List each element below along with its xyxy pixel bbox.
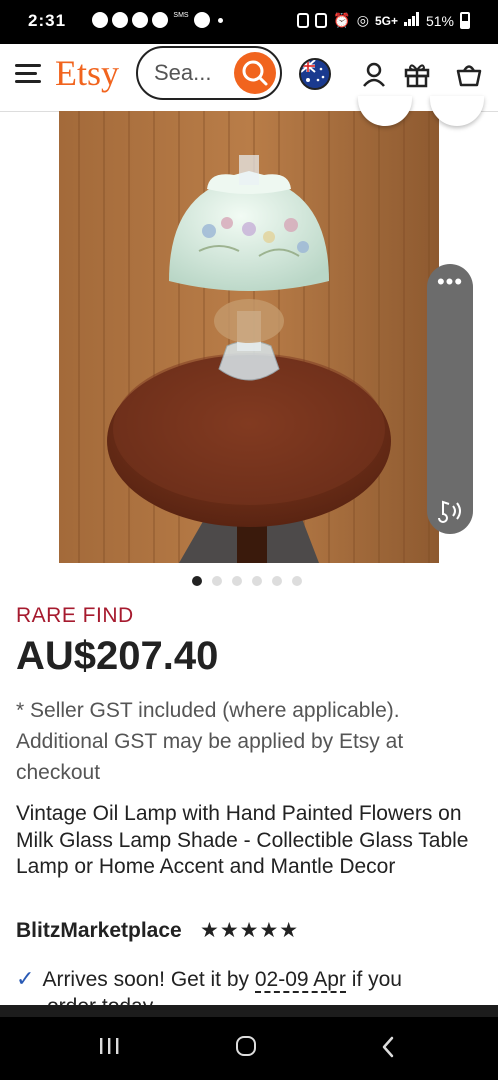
menu-icon[interactable] <box>15 64 41 86</box>
messenger-icon <box>112 12 128 28</box>
search-field[interactable]: Sea... <box>136 46 282 100</box>
battery-text: 51% <box>425 12 454 29</box>
page-dot[interactable] <box>292 576 302 586</box>
more-notifications-icon <box>218 18 223 23</box>
page-dot[interactable] <box>232 576 242 586</box>
search-icon <box>242 60 268 86</box>
more-icon[interactable]: ••• <box>427 271 473 293</box>
system-icons: ⏰ ◎ 5G+ 51% <box>297 12 470 29</box>
sim-icon <box>297 13 310 28</box>
status-time: 2:31 <box>28 11 67 30</box>
rare-find-badge: RARE FIND <box>16 604 134 627</box>
page-dot[interactable] <box>212 576 222 586</box>
nfc-icon <box>315 13 328 28</box>
battery-icon <box>460 12 470 29</box>
page-dot[interactable] <box>252 576 262 586</box>
delivery-cutoff-text: order today <box>47 995 153 1005</box>
audio-icon[interactable] <box>435 498 465 524</box>
shop-name-link[interactable]: BlitzMarketplace <box>16 919 182 943</box>
delivery-estimate: ✓ Arrives soon! Get it by 02-09 Apr if yo… <box>16 965 486 994</box>
image-pagination <box>192 576 302 586</box>
chat-icon <box>132 12 148 28</box>
account-icon[interactable] <box>360 60 388 88</box>
back-icon[interactable] <box>380 1036 396 1058</box>
flag-au-icon[interactable] <box>299 58 331 90</box>
messenger-icon <box>92 12 108 28</box>
delivery-suffix: if you <box>345 968 402 991</box>
hotspot-icon: ◎ <box>356 12 369 28</box>
price: AU$207.40 <box>16 634 219 678</box>
facebook-icon <box>194 12 210 28</box>
site-header: Etsy Sea... <box>0 44 498 112</box>
floating-panel[interactable]: ••• <box>427 264 473 534</box>
etsy-logo[interactable]: Etsy <box>55 52 119 94</box>
nav-separator <box>0 1005 498 1017</box>
messenger-icon <box>152 12 168 28</box>
rating-stars[interactable]: ★★★★★ <box>200 918 299 943</box>
home-icon[interactable] <box>236 1036 256 1056</box>
recents-icon[interactable] <box>98 1034 122 1058</box>
product-image[interactable] <box>59 111 439 563</box>
delivery-date[interactable]: 02-09 Apr <box>254 968 346 993</box>
cart-icon[interactable] <box>455 60 483 88</box>
alarm-icon: ⏰ <box>333 12 351 28</box>
sms-icon: SMS <box>173 12 189 19</box>
status-bar: 2:31 SMS ⏰ ◎ 5G+ 51% <box>0 0 498 44</box>
search-placeholder: Sea... <box>154 60 212 85</box>
search-button[interactable] <box>234 52 276 94</box>
signal-icon <box>403 12 420 29</box>
page-dot-active[interactable] <box>192 576 202 586</box>
network-label: 5G+ <box>374 13 398 28</box>
gift-icon[interactable] <box>403 60 431 88</box>
page-dot[interactable] <box>272 576 282 586</box>
delivery-prefix: Arrives soon! Get it by <box>42 968 255 991</box>
checkmark-icon: ✓ <box>16 966 35 991</box>
listing-title: Vintage Oil Lamp with Hand Painted Flowe… <box>16 802 469 878</box>
notification-icons: SMS <box>92 12 223 28</box>
gst-note: * Seller GST included (where applicable)… <box>16 699 404 784</box>
